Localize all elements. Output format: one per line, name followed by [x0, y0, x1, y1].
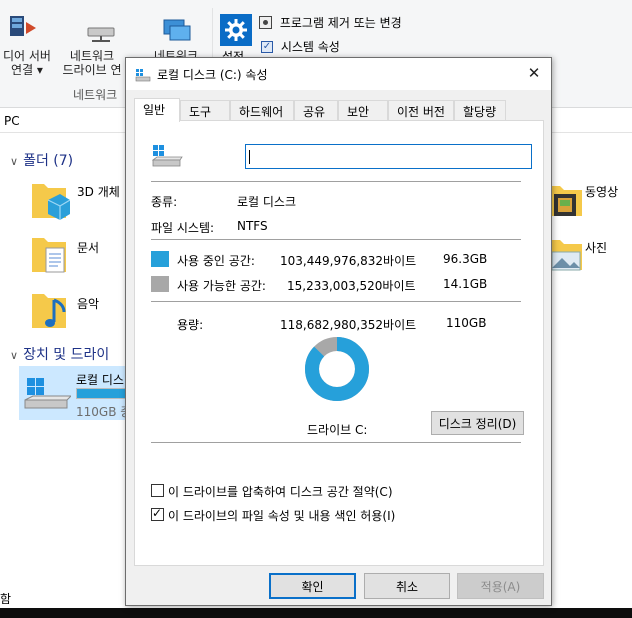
network-group-label: 네트워크: [73, 88, 118, 102]
compress-checkbox-box: [151, 484, 164, 497]
drive-name-input[interactable]: [245, 144, 532, 169]
filesystem-label: 파일 시스템:: [151, 221, 215, 235]
tab-quota[interactable]: 할당량: [454, 100, 506, 120]
used-space-label: 사용 중인 공간:: [177, 254, 255, 268]
free-space-size: 14.1GB: [443, 277, 488, 291]
system-properties-icon: ✓: [261, 40, 273, 53]
tab-general[interactable]: 일반: [134, 98, 180, 122]
devices-header-label: 장치 및 드라이: [23, 347, 110, 363]
dialog-title: 로컬 디스크 (C:) 속성: [157, 68, 268, 82]
drive-title-icon: [135, 69, 151, 82]
settings-button[interactable]: 설정: [218, 12, 254, 64]
capacity-size: 110GB: [446, 316, 487, 330]
close-button[interactable]: ✕: [517, 58, 551, 88]
compress-checkbox-label: 이 드라이브를 압축하여 디스크 공간 절약(C): [168, 485, 393, 499]
used-space-size: 96.3GB: [443, 252, 488, 266]
chevron-down-icon: ∨: [10, 349, 19, 362]
status-bar-text: 함: [0, 592, 12, 606]
drive-size-label: 110GB 중: [76, 405, 132, 419]
checkmark-icon: ✓: [152, 506, 163, 520]
compress-checkbox[interactable]: 이 드라이브를 압축하여 디스크 공간 절약(C): [151, 483, 531, 499]
apply-button[interactable]: 적용(A): [457, 573, 544, 599]
documents-folder-icon: [32, 238, 66, 273]
pictures-folder-icon: [550, 240, 582, 271]
capacity-label: 용량:: [177, 318, 204, 332]
folder-label-documents[interactable]: 문서: [77, 239, 99, 256]
drive-name-label: 로컬 디스: [76, 373, 124, 387]
local-disk-tile[interactable]: 로컬 디스 110GB 중: [19, 366, 136, 420]
tab-security[interactable]: 보안: [338, 100, 388, 120]
filesystem-value: NTFS: [237, 219, 268, 233]
uninstall-programs-button[interactable]: 프로그램 제거 또는 변경: [259, 14, 402, 32]
tab-sharing[interactable]: 공유: [294, 100, 338, 120]
devices-group-header[interactable]: ∨ 장치 및 드라이: [10, 344, 109, 364]
uninstall-label: 프로그램 제거 또는 변경: [279, 16, 402, 30]
index-checkbox-box: ✓: [151, 506, 164, 521]
free-space-swatch: [151, 276, 169, 292]
hard-drive-icon: [24, 378, 71, 409]
map-drive-label-2: 드라이브 연: [62, 63, 122, 77]
divider: [151, 442, 521, 443]
drive-large-icon: [151, 145, 183, 167]
type-value: 로컬 디스크: [237, 195, 297, 209]
divider: [151, 301, 521, 302]
tab-hardware[interactable]: 하드웨어: [230, 100, 294, 120]
capacity-bytes: 118,682,980,352바이트: [280, 318, 417, 332]
general-tab-panel: 종류: 로컬 디스크 파일 시스템: NTFS 사용 중인 공간: 103,44…: [134, 120, 544, 566]
folder-label-pictures[interactable]: 사진: [585, 239, 607, 256]
drive-letter-label: 드라이브 C:: [307, 423, 368, 437]
folder-label-videos[interactable]: 동영상: [585, 183, 618, 200]
disk-usage-donut: [303, 335, 371, 406]
map-drive-button[interactable]: 네트워크 드라이브 연: [58, 49, 126, 77]
3d-objects-folder-icon: [32, 184, 70, 220]
system-properties-label: 시스템 속성: [280, 40, 340, 54]
dialog-titlebar[interactable]: 로컬 디스크 (C:) 속성 ✕: [126, 58, 551, 90]
properties-dialog: 로컬 디스크 (C:) 속성 ✕ 일반 도구 하드웨어 공유 보안 이전 버전 …: [125, 57, 552, 606]
divider: [151, 239, 521, 240]
media-server-label-2: 연결 ▾: [11, 63, 43, 77]
system-properties-button[interactable]: ✓ 시스템 속성: [261, 38, 340, 56]
close-icon: ✕: [527, 64, 541, 82]
videos-folder-icon: [550, 186, 582, 216]
folder-label-music[interactable]: 음악: [77, 295, 99, 312]
cancel-button[interactable]: 취소: [364, 573, 450, 599]
index-checkbox[interactable]: ✓ 이 드라이브의 파일 속성 및 내용 색인 허용(I): [151, 506, 531, 523]
free-space-label: 사용 가능한 공간:: [177, 279, 266, 293]
taskbar-strip: [0, 608, 632, 618]
chevron-down-icon: ∨: [10, 155, 19, 168]
ok-button[interactable]: 확인: [269, 573, 356, 599]
media-server-icon: [10, 16, 36, 36]
map-drive-label-1: 네트워크: [69, 49, 115, 63]
divider: [151, 181, 521, 182]
folder-label-3d-objects[interactable]: 3D 개체: [77, 183, 120, 200]
text-caret: [249, 150, 250, 164]
tab-tools[interactable]: 도구: [180, 100, 230, 120]
music-folder-icon: [32, 294, 66, 328]
address-text: PC: [4, 114, 20, 128]
media-server-button[interactable]: 디어 서버 연결 ▾: [2, 49, 52, 77]
folders-group-header[interactable]: ∨ 폴더 (7): [10, 150, 73, 170]
tab-previous-versions[interactable]: 이전 버전: [388, 100, 454, 120]
folders-header-label: 폴더 (7): [23, 153, 74, 169]
network-location-icon: [163, 19, 191, 41]
media-server-label-1: 디어 서버: [3, 49, 51, 63]
index-checkbox-label: 이 드라이브의 파일 속성 및 내용 색인 허용(I): [168, 509, 396, 523]
disk-cleanup-button[interactable]: 디스크 정리(D): [431, 411, 524, 435]
used-space-bytes: 103,449,976,832바이트: [280, 254, 417, 268]
used-space-swatch: [151, 251, 169, 267]
type-label: 종류:: [151, 195, 178, 209]
donut-used-ring: [305, 337, 369, 401]
free-space-bytes: 15,233,003,520바이트: [287, 279, 416, 293]
settings-icon: [220, 14, 252, 46]
map-drive-icon: [87, 27, 115, 42]
uninstall-icon: [259, 16, 272, 29]
tab-strip: 일반 도구 하드웨어 공유 보안 이전 버전 할당량: [134, 98, 544, 122]
drive-usage-fill: [77, 389, 128, 398]
